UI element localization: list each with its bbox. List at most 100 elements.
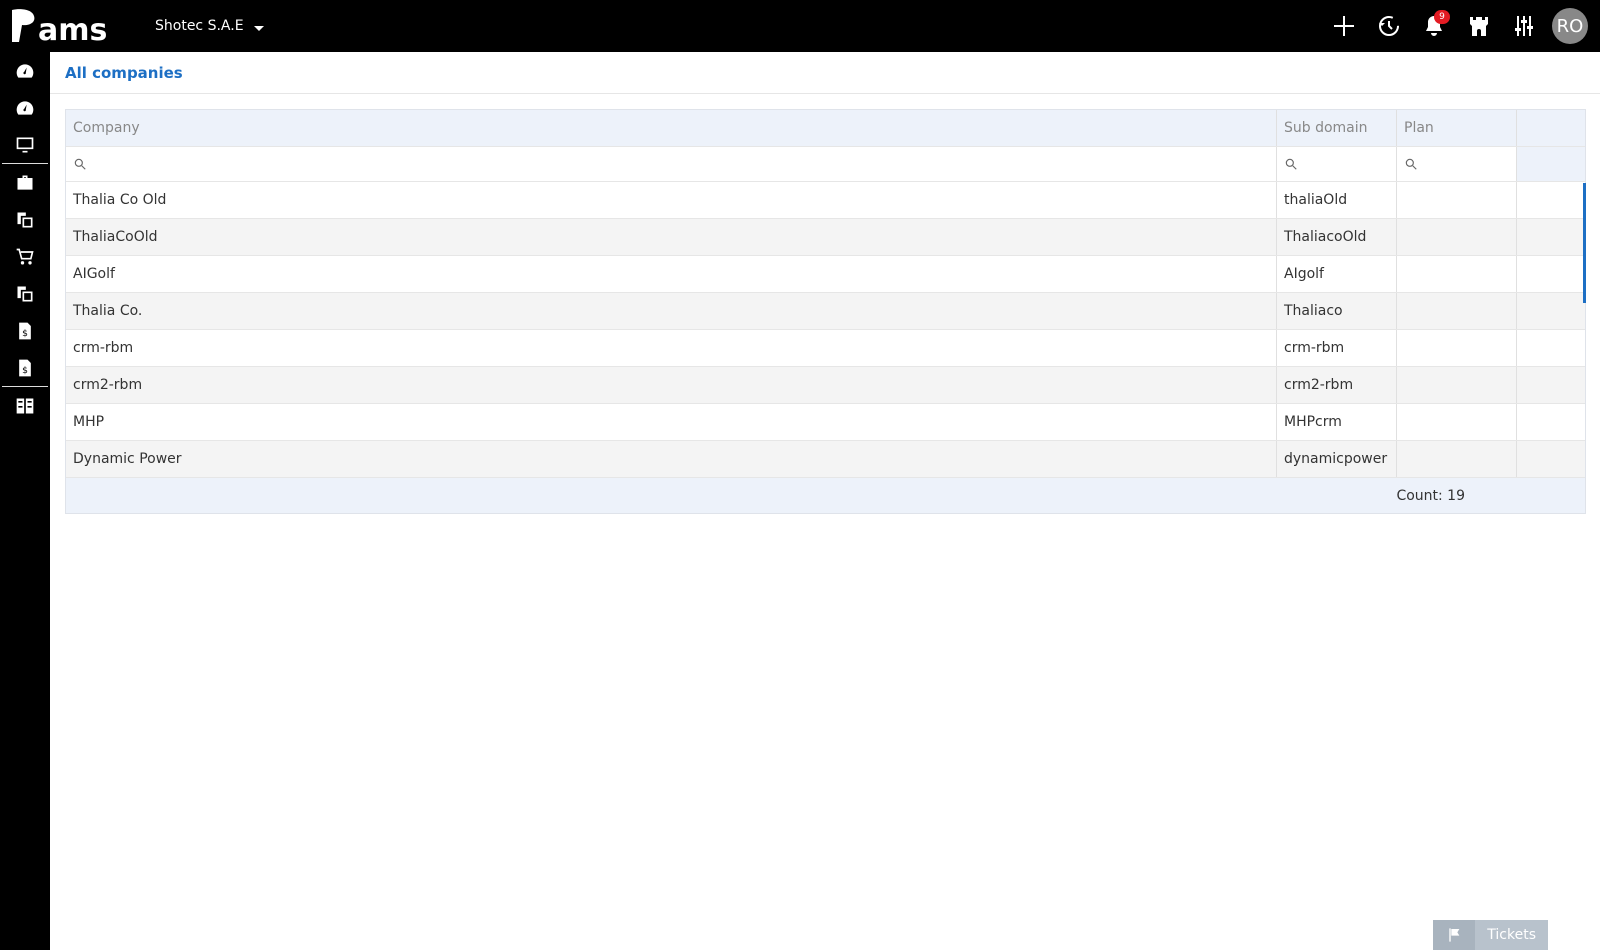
chevron-down-icon	[253, 25, 264, 31]
cell-company: crm-rbm	[66, 330, 1277, 366]
invoice-icon: $	[19, 359, 31, 376]
cell-subdomain: crm-rbm	[1277, 330, 1397, 366]
flag-icon	[1433, 920, 1476, 950]
invoice-icon: $	[19, 322, 31, 339]
subdomain-filter-input[interactable]	[1277, 147, 1397, 181]
row-count: Count: 19	[1396, 487, 1465, 504]
cell-company: Thalia Co.	[66, 293, 1277, 329]
monitor-icon	[16, 137, 34, 152]
grid-icon	[16, 398, 34, 413]
cell-actions	[1517, 367, 1585, 403]
table-footer: Count: 19	[66, 478, 1585, 513]
cell-company: MHP	[66, 404, 1277, 440]
filter-spacer	[1517, 147, 1585, 181]
table-row[interactable]: MHP MHPcrm	[66, 404, 1585, 441]
cell-subdomain: Thaliaco	[1277, 293, 1397, 329]
plan-filter-input[interactable]	[1397, 147, 1517, 181]
cell-plan	[1397, 441, 1517, 477]
cell-plan	[1397, 256, 1517, 292]
breadcrumb: All companies	[50, 52, 1600, 94]
castle-icon	[1469, 17, 1488, 36]
svg-text:ams: ams	[38, 13, 107, 46]
cell-actions	[1517, 256, 1585, 292]
cell-plan	[1397, 182, 1517, 218]
table-row[interactable]: Thalia Co. Thaliaco	[66, 293, 1585, 330]
sidebar-item-documents[interactable]	[0, 201, 50, 238]
company-switcher[interactable]: Shotec S.A.E	[155, 18, 264, 34]
sliders-icon	[1514, 16, 1533, 36]
table-row[interactable]: crm2-rbm crm2-rbm	[66, 367, 1585, 404]
dashboard-icon	[16, 63, 34, 78]
sidebar-item-briefcase[interactable]	[0, 164, 50, 201]
sidebar-item-invoice-2[interactable]: $	[0, 349, 50, 386]
cell-actions	[1517, 404, 1585, 440]
sidebar-item-monitor[interactable]	[0, 126, 50, 163]
cell-subdomain: AIgolf	[1277, 256, 1397, 292]
tickets-label: Tickets	[1487, 927, 1536, 943]
table-row[interactable]: crm-rbm crm-rbm	[66, 330, 1585, 367]
cell-company: crm2-rbm	[66, 367, 1277, 403]
search-icon	[1285, 158, 1297, 170]
settings-button[interactable]	[1501, 0, 1546, 52]
column-header-company[interactable]: Company	[66, 110, 1277, 146]
cell-subdomain: thaliaOld	[1277, 182, 1397, 218]
castle-button[interactable]	[1456, 0, 1501, 52]
cell-subdomain: MHPcrm	[1277, 404, 1397, 440]
company-filter-input[interactable]	[66, 147, 1277, 181]
table-row[interactable]: Thalia Co Old thaliaOld	[66, 182, 1585, 219]
table-scrollbar[interactable]	[1583, 183, 1586, 303]
search-icon	[74, 158, 86, 170]
cell-subdomain: dynamicpower	[1277, 441, 1397, 477]
table-row[interactable]: AIGolf AIgolf	[66, 256, 1585, 293]
sidebar-item-cart[interactable]	[0, 238, 50, 275]
table-header: Company Sub domain Plan	[66, 110, 1585, 147]
column-header-actions	[1517, 110, 1585, 146]
cell-plan	[1397, 330, 1517, 366]
cell-subdomain: ThaliacoOld	[1277, 219, 1397, 255]
cell-actions	[1517, 293, 1585, 329]
svg-text:$: $	[22, 328, 28, 339]
table-row[interactable]: Dynamic Power dynamicpower	[66, 441, 1585, 478]
sidebar-item-dashboard-2[interactable]	[0, 89, 50, 126]
filter-row	[66, 147, 1585, 182]
dashboard-icon	[16, 100, 34, 115]
breadcrumb-all-companies[interactable]: All companies	[65, 64, 183, 82]
add-button[interactable]	[1321, 0, 1366, 52]
notifications-button[interactable]: 9	[1411, 0, 1456, 52]
user-avatar[interactable]: RO	[1552, 8, 1588, 44]
cell-actions	[1517, 219, 1585, 255]
cell-actions	[1517, 182, 1585, 218]
cell-company: AIGolf	[66, 256, 1277, 292]
column-header-subdomain[interactable]: Sub domain	[1277, 110, 1397, 146]
documents-icon	[17, 286, 33, 301]
company-name: Shotec S.A.E	[155, 18, 244, 34]
sidebar-item-documents-2[interactable]	[0, 275, 50, 312]
companies-table: Company Sub domain Plan Thalia Co Old th…	[65, 109, 1586, 514]
cell-plan	[1397, 404, 1517, 440]
tickets-button[interactable]: Tickets	[1433, 920, 1548, 950]
search-icon	[1405, 158, 1417, 170]
notification-badge: 9	[1434, 10, 1450, 24]
cell-company: Dynamic Power	[66, 441, 1277, 477]
history-icon	[1378, 16, 1399, 36]
cell-company: Thalia Co Old	[66, 182, 1277, 218]
app-logo[interactable]: ams	[0, 0, 130, 52]
documents-icon	[17, 212, 33, 227]
cart-icon	[16, 248, 34, 264]
top-bar: ams Shotec S.A.E 9 RO	[0, 0, 1600, 52]
sidebar-item-invoice[interactable]: $	[0, 312, 50, 349]
cell-actions	[1517, 441, 1585, 477]
briefcase-icon	[17, 175, 33, 190]
column-header-plan[interactable]: Plan	[1397, 110, 1517, 146]
table-row[interactable]: ThaliaCoOld ThaliacoOld	[66, 219, 1585, 256]
plus-icon	[1333, 16, 1354, 36]
cell-plan	[1397, 293, 1517, 329]
cell-company: ThaliaCoOld	[66, 219, 1277, 255]
cell-subdomain: crm2-rbm	[1277, 367, 1397, 403]
cell-actions	[1517, 330, 1585, 366]
svg-text:$: $	[22, 365, 28, 376]
sidebar-item-dashboard[interactable]	[0, 52, 50, 89]
main-content: All companies Company Sub domain Plan Th…	[50, 52, 1600, 950]
sidebar-item-grid[interactable]	[0, 387, 50, 424]
history-button[interactable]	[1366, 0, 1411, 52]
